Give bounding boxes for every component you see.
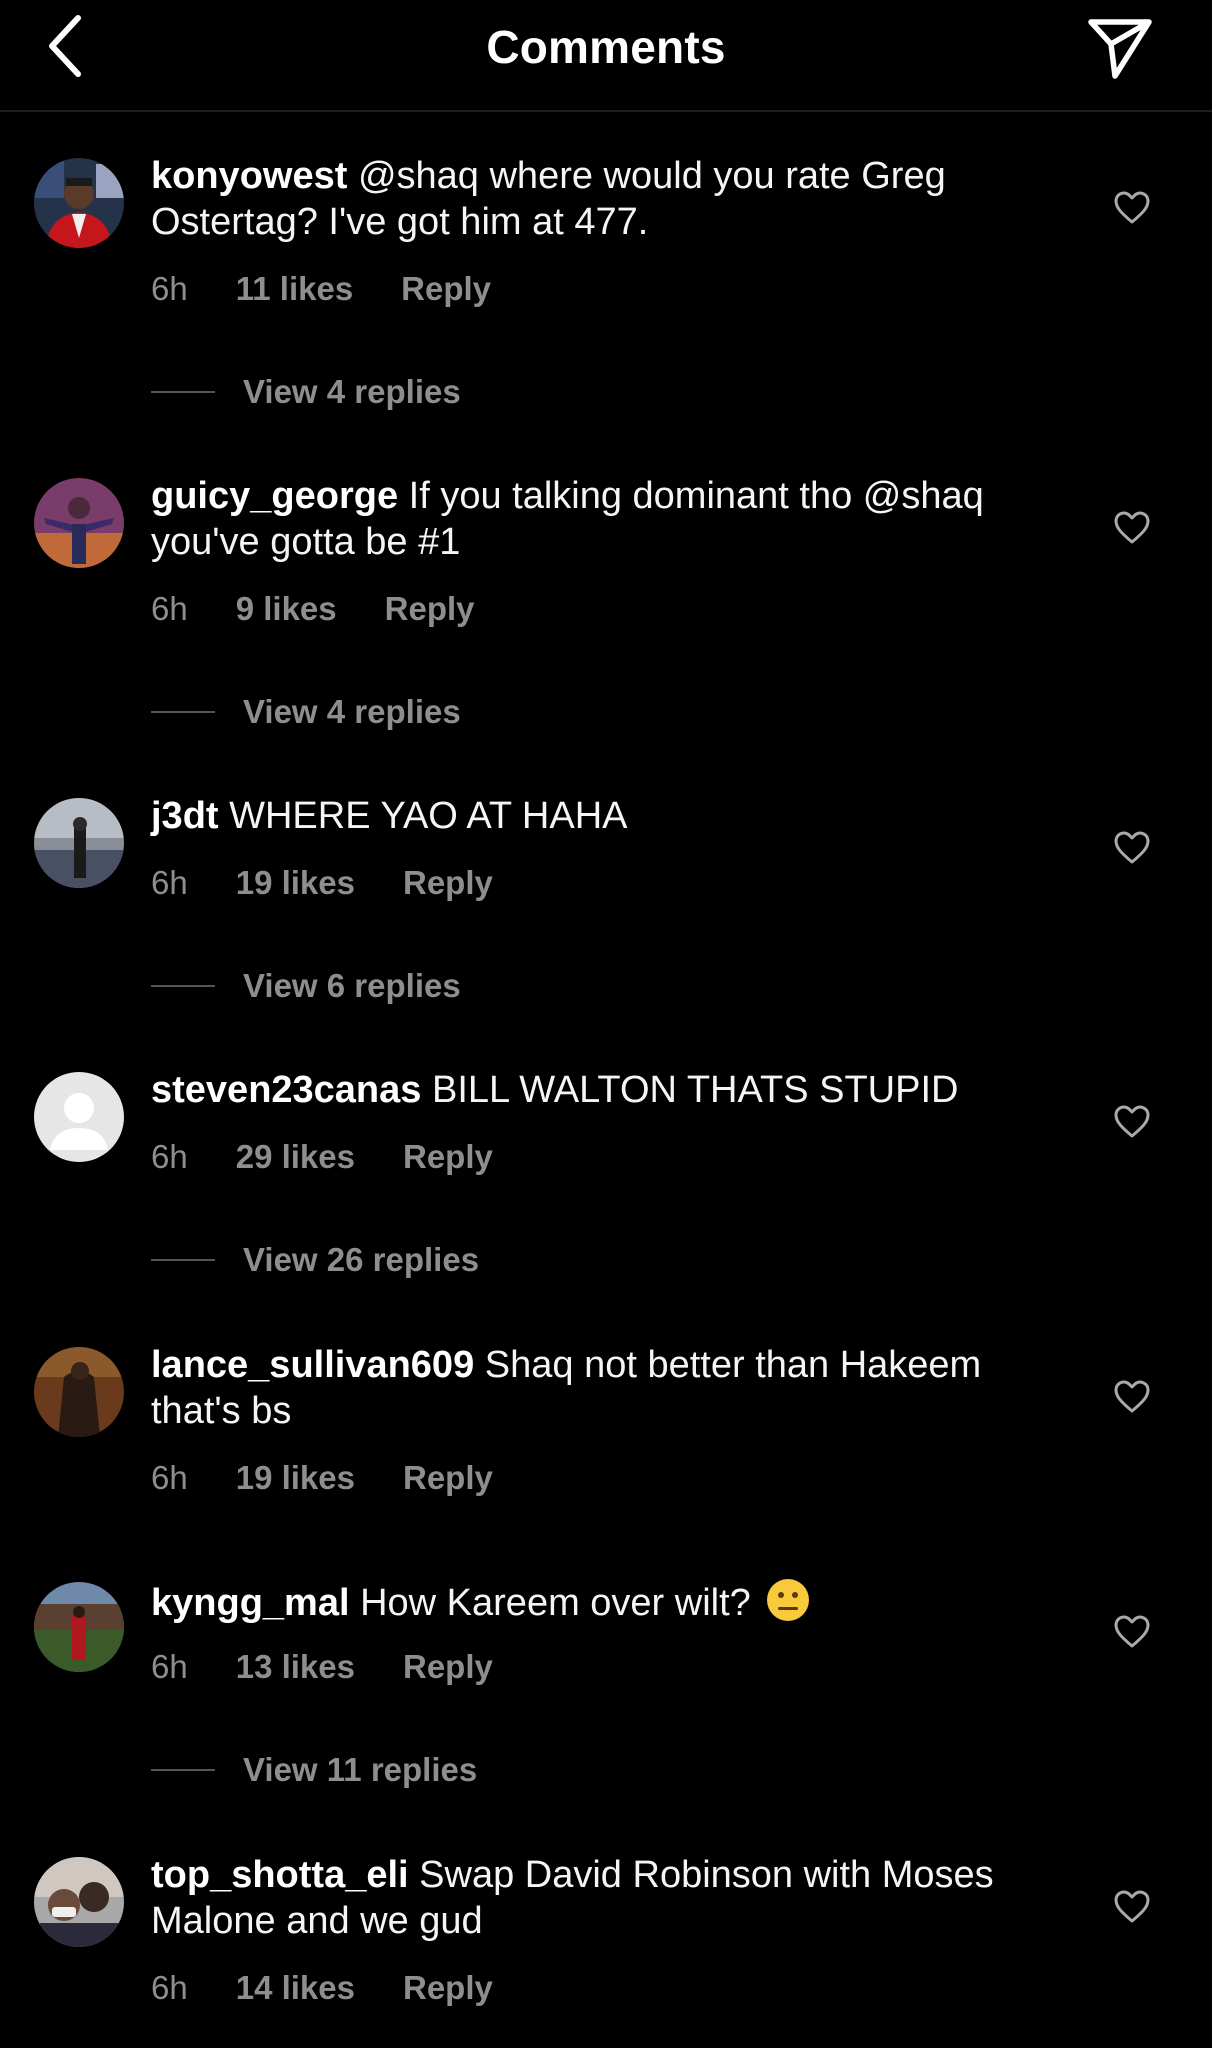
avatar[interactable] <box>34 1347 124 1437</box>
comment-username[interactable]: konyowest <box>151 155 347 197</box>
neutral-face-emoji-icon <box>765 1577 811 1623</box>
likes-count[interactable]: 29 likes <box>236 1138 355 1176</box>
heart-icon[interactable] <box>1112 1377 1152 1417</box>
comment-time: 6h <box>151 1969 188 2006</box>
view-replies-label: View 11 replies <box>243 1751 478 1788</box>
header-bar: Comments <box>0 0 1212 112</box>
reply-button[interactable]: Reply <box>401 270 491 308</box>
avatar[interactable] <box>34 1072 124 1162</box>
reply-button[interactable]: Reply <box>403 1648 493 1686</box>
likes-count[interactable]: 19 likes <box>236 1459 355 1497</box>
comment-username[interactable]: steven23canas <box>151 1069 421 1111</box>
avatar[interactable] <box>34 798 124 888</box>
heart-icon[interactable] <box>1112 828 1152 868</box>
heart-icon[interactable] <box>1112 1102 1152 1142</box>
avatar[interactable] <box>34 1582 124 1672</box>
comment-username[interactable]: lance_sullivan609 <box>151 1344 474 1386</box>
likes-count[interactable]: 9 likes <box>236 590 337 628</box>
comment-username[interactable]: kyngg_mal <box>151 1582 350 1624</box>
comment-time: 6h <box>151 1648 188 1685</box>
view-replies-button[interactable]: View 26 replies <box>151 1241 479 1279</box>
likes-count[interactable]: 19 likes <box>236 864 355 902</box>
heart-icon[interactable] <box>1112 1887 1152 1927</box>
divider-line <box>151 1259 215 1261</box>
comment-text: How Kareem over wilt? <box>360 1582 751 1624</box>
reply-button[interactable]: Reply <box>403 1459 493 1497</box>
comment-text: BILL WALTON THATS STUPID <box>431 1069 959 1111</box>
view-replies-button[interactable]: View 6 replies <box>151 967 461 1005</box>
page-title: Comments <box>486 21 726 73</box>
divider-line <box>151 391 215 393</box>
avatar[interactable] <box>34 478 124 568</box>
view-replies-label: View 6 replies <box>243 967 461 1004</box>
view-replies-button[interactable]: View 4 replies <box>151 693 461 731</box>
heart-icon[interactable] <box>1112 508 1152 548</box>
view-replies-label: View 26 replies <box>243 1241 480 1278</box>
comment-username[interactable]: top_shotta_eli <box>151 1854 409 1896</box>
avatar[interactable] <box>34 1857 124 1947</box>
reply-button[interactable]: Reply <box>403 1969 493 2007</box>
comment-username[interactable]: guicy_george <box>151 475 398 517</box>
comment-time: 6h <box>151 1138 188 1175</box>
view-replies-button[interactable]: View 11 replies <box>151 1751 477 1789</box>
comment-text: WHERE YAO AT HAHA <box>229 795 628 837</box>
likes-count[interactable]: 11 likes <box>236 270 353 308</box>
likes-count[interactable]: 13 likes <box>236 1648 355 1686</box>
likes-count[interactable]: 14 likes <box>236 1969 355 2007</box>
reply-button[interactable]: Reply <box>403 1138 493 1176</box>
comment-time: 6h <box>151 1459 188 1496</box>
comment-time: 6h <box>151 864 188 901</box>
view-replies-label: View 4 replies <box>243 373 461 410</box>
comment-username[interactable]: j3dt <box>151 795 219 837</box>
divider-line <box>151 1769 215 1771</box>
divider-line <box>151 985 215 987</box>
heart-icon[interactable] <box>1112 188 1152 228</box>
comment-time: 6h <box>151 590 188 627</box>
avatar[interactable] <box>34 158 124 248</box>
view-replies-button[interactable]: View 4 replies <box>151 373 461 411</box>
comment-time: 6h <box>151 270 188 307</box>
send-icon[interactable] <box>1085 14 1155 84</box>
divider-line <box>151 711 215 713</box>
view-replies-label: View 4 replies <box>243 693 461 730</box>
heart-icon[interactable] <box>1112 1612 1152 1652</box>
reply-button[interactable]: Reply <box>385 590 475 628</box>
reply-button[interactable]: Reply <box>403 864 493 902</box>
